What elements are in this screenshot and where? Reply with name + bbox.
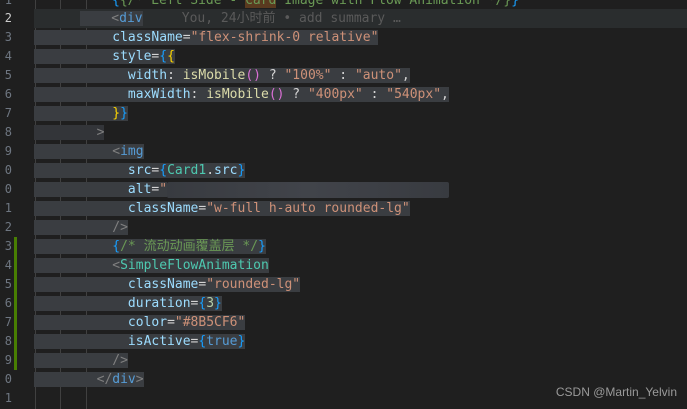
line-number: 7	[4, 106, 12, 120]
line-number: 0	[4, 182, 12, 196]
line-number: 8	[4, 125, 12, 139]
line-number: 6	[4, 87, 12, 101]
line-number: 3	[4, 30, 12, 44]
code-line: alt="	[34, 180, 450, 199]
line-number: 2	[4, 11, 12, 25]
git-blame-annotation: You, 24小时前 • add summary …	[181, 11, 401, 26]
line-number: 2	[4, 220, 12, 234]
line-number: 1	[4, 391, 12, 405]
code-line: <SimpleFlowAnimation	[34, 256, 269, 275]
code-line: }}	[34, 104, 128, 123]
line-number: 9	[4, 144, 12, 158]
line-number-gutter: 1 2 3 4 5 6 7 8 9 0 0 1 2 3 4 5 6 7 8 9 …	[0, 0, 22, 409]
code-line: >	[34, 123, 105, 142]
git-added-indicator	[14, 237, 17, 370]
code-line: <img	[34, 142, 144, 161]
redacted-text	[167, 181, 450, 198]
line-number: 0	[4, 372, 12, 386]
code-line: <div You, 24小时前 • add summary …	[80, 11, 401, 26]
code-line: style={{	[34, 47, 175, 66]
line-number: 4	[4, 258, 12, 272]
code-line: isActive={true}	[34, 332, 246, 351]
line-number: 9	[4, 353, 12, 367]
code-line: color="#8B5CF6"	[34, 313, 246, 332]
line-number: 7	[4, 315, 12, 329]
line-number: 4	[4, 49, 12, 63]
code-line: duration={3}	[34, 294, 222, 313]
line-number: 8	[4, 334, 12, 348]
code-line: </div>	[34, 370, 144, 389]
line-number: 0	[4, 163, 12, 177]
line-number: 1	[4, 201, 12, 215]
code-editor[interactable]: 1 2 3 4 5 6 7 8 9 0 0 1 2 3 4 5 6 7 8 9 …	[0, 0, 687, 409]
line-number: 5	[4, 68, 12, 82]
code-line: className="rounded-lg"	[34, 275, 301, 294]
code-line: />	[34, 351, 128, 370]
code-line: className="flex-shrink-0 relative"	[34, 28, 379, 47]
line-number: 5	[4, 277, 12, 291]
code-line: maxWidth: isMobile() ? "400px" : "540px"…	[34, 85, 449, 104]
code-line: />	[34, 218, 128, 237]
code-line: src={Card1.src}	[34, 161, 246, 180]
code-line: className="w-full h-auto rounded-lg"	[34, 199, 410, 218]
code-line: width: isMobile() ? "100%" : "auto",	[34, 66, 410, 85]
line-number: 3	[4, 239, 12, 253]
code-line: {/* 流动动画覆盖层 */}	[34, 237, 266, 256]
line-number: 6	[4, 296, 12, 310]
watermark: CSDN @Martin_Yelvin	[555, 385, 677, 399]
